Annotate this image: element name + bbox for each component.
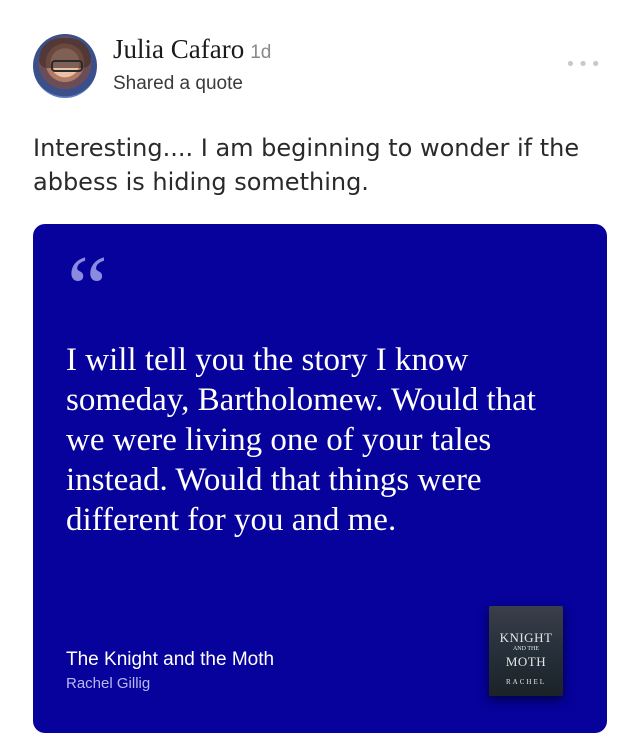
quote-text: I will tell you the story I know someday… — [66, 342, 536, 538]
author-name[interactable]: Julia Cafaro 1d — [113, 34, 271, 65]
post-header: Julia Cafaro 1d Shared a quote ••• — [33, 34, 613, 104]
more-options-icon[interactable]: ••• — [565, 54, 603, 75]
author-name-text[interactable]: Julia Cafaro — [113, 34, 244, 64]
post-subtitle: Shared a quote — [113, 73, 243, 94]
avatar[interactable] — [33, 34, 97, 98]
post-body-text: Interesting.... I am beginning to wonder… — [33, 134, 580, 196]
cover-author: RACHEL — [506, 678, 546, 686]
book-title[interactable]: The Knight and the Moth — [66, 649, 274, 671]
book-cover-image[interactable]: KNIGHT AND THE MOTH RACHEL — [489, 606, 563, 696]
quote-mark-icon: “ — [67, 237, 108, 339]
cover-title-top: KNIGHT — [499, 630, 553, 645]
cover-title-bottom: MOTH — [505, 654, 547, 669]
quote-card[interactable]: “ I will tell you the story I know somed… — [33, 224, 607, 733]
cover-title-small: AND THE — [512, 646, 540, 652]
book-author[interactable]: Rachel Gillig — [66, 675, 150, 692]
post-time: 1d — [250, 42, 272, 63]
avatar-glasses — [51, 60, 83, 72]
